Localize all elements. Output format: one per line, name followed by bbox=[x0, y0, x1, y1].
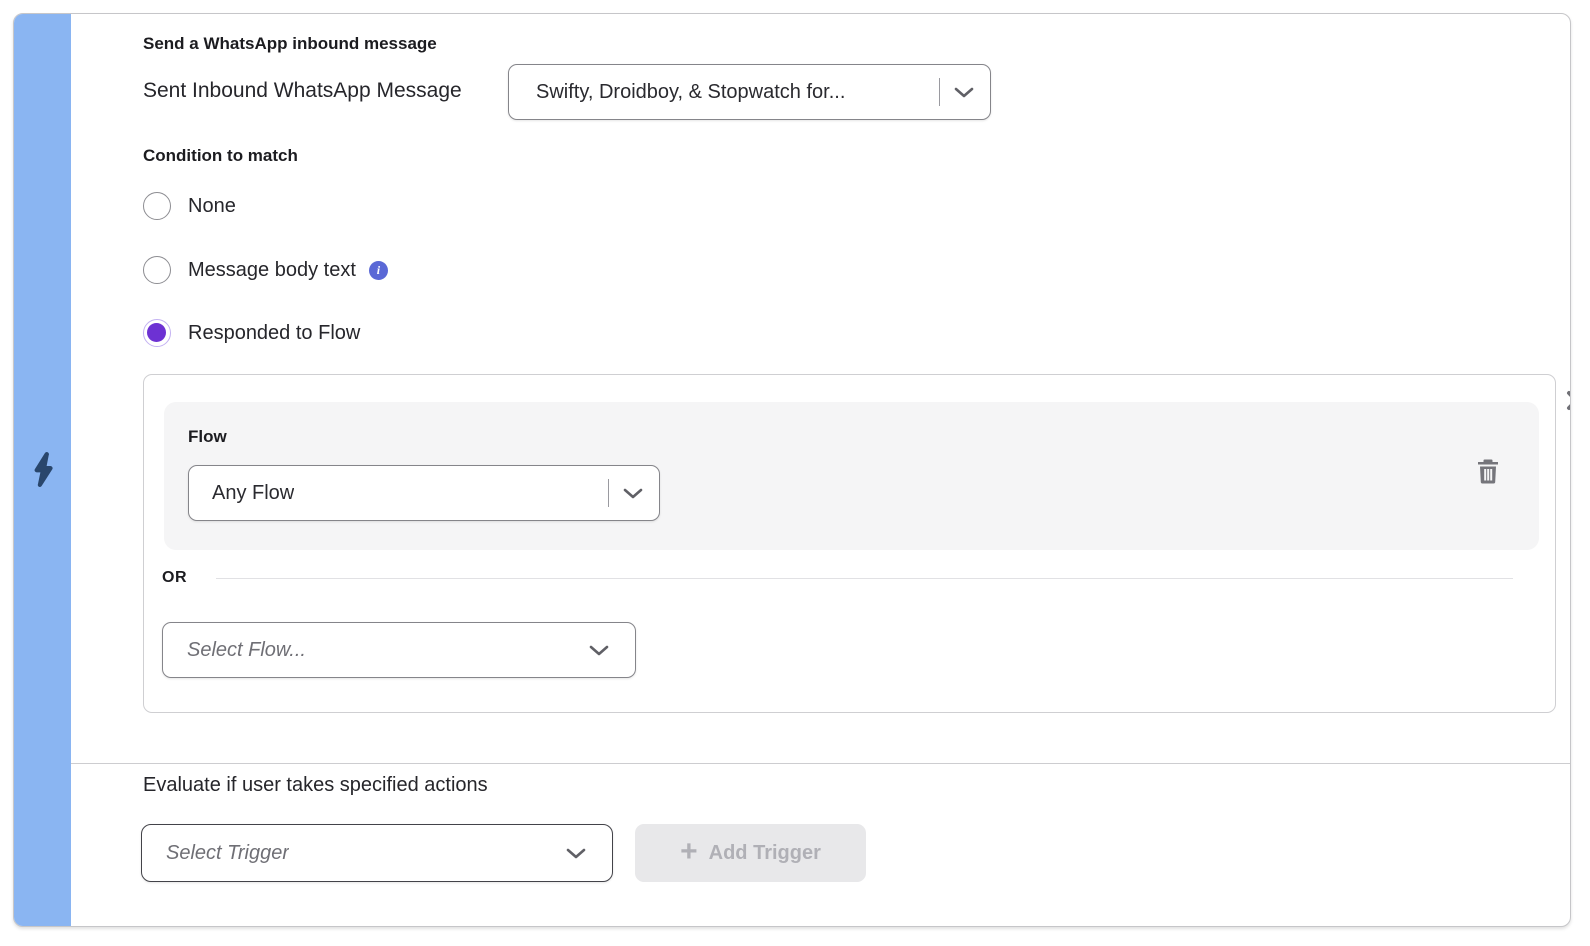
select-trigger-placeholder: Select Trigger bbox=[166, 842, 289, 865]
flow-dropdown[interactable]: Any Flow bbox=[188, 465, 660, 521]
radio-circle-selected[interactable] bbox=[143, 319, 171, 347]
evaluate-actions-heading: Evaluate if user takes specified actions bbox=[143, 774, 488, 797]
radio-circle[interactable] bbox=[143, 256, 171, 284]
select-flow-dropdown[interactable]: Select Flow... bbox=[162, 622, 636, 678]
select-flow-placeholder: Select Flow... bbox=[187, 639, 306, 662]
flow-dropdown-value: Any Flow bbox=[212, 482, 294, 505]
trigger-config-card: Send a WhatsApp inbound message Sent Inb… bbox=[13, 13, 1571, 927]
add-trigger-label: Add Trigger bbox=[709, 842, 821, 865]
radio-option-none[interactable]: None bbox=[143, 192, 236, 220]
radio-option-responded-to-flow[interactable]: Responded to Flow bbox=[143, 319, 360, 347]
dropdown-divider bbox=[608, 479, 609, 507]
trash-icon[interactable] bbox=[1474, 457, 1502, 485]
flow-condition-row: Flow Any Flow bbox=[164, 402, 1539, 550]
select-trigger-dropdown[interactable]: Select Trigger bbox=[141, 824, 613, 882]
chevron-down-icon bbox=[623, 488, 643, 499]
condition-to-match-label: Condition to match bbox=[143, 146, 298, 166]
chevron-down-icon bbox=[566, 848, 586, 859]
responded-to-flow-panel: Flow Any Flow bbox=[143, 374, 1556, 713]
info-icon[interactable]: i bbox=[369, 261, 388, 280]
radio-circle[interactable] bbox=[143, 192, 171, 220]
trigger-config-content: Send a WhatsApp inbound message Sent Inb… bbox=[71, 14, 1570, 926]
or-separator: OR bbox=[162, 569, 1513, 587]
lightning-bolt-icon bbox=[30, 452, 56, 488]
chevron-down-icon bbox=[589, 645, 609, 656]
dropdown-divider bbox=[939, 78, 940, 106]
radio-label: None bbox=[188, 195, 236, 218]
section-title: Send a WhatsApp inbound message bbox=[143, 34, 437, 54]
message-source-dropdown-value: Swifty, Droidboy, & Stopwatch for... bbox=[536, 81, 845, 104]
message-source-label: Sent Inbound WhatsApp Message bbox=[143, 79, 462, 103]
section-divider bbox=[71, 763, 1570, 764]
or-label: OR bbox=[162, 569, 187, 587]
plus-icon: + bbox=[680, 837, 698, 867]
chevron-down-icon bbox=[954, 87, 974, 98]
close-icon[interactable] bbox=[1563, 387, 1571, 413]
radio-label: Responded to Flow bbox=[188, 322, 360, 345]
add-trigger-button[interactable]: + Add Trigger bbox=[635, 824, 866, 882]
accent-bar bbox=[14, 14, 71, 926]
flow-label: Flow bbox=[188, 427, 227, 447]
radio-option-message-body-text[interactable]: Message body text i bbox=[143, 256, 388, 284]
message-source-dropdown[interactable]: Swifty, Droidboy, & Stopwatch for... bbox=[508, 64, 991, 120]
or-divider-line bbox=[216, 578, 1513, 579]
radio-label: Message body text bbox=[188, 259, 356, 282]
